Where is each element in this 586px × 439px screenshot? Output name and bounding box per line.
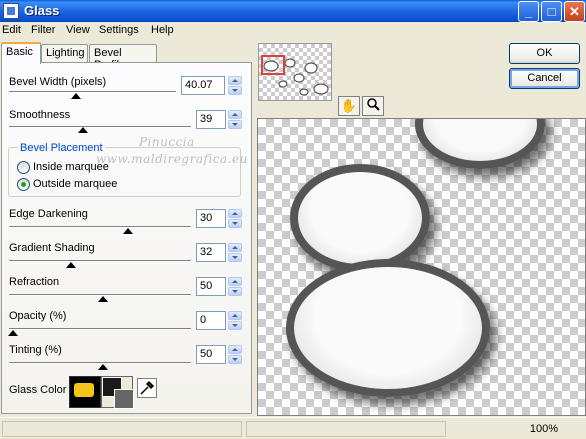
gradient-shading-input[interactable]: 32 <box>196 243 226 262</box>
opacity-input[interactable]: 0 <box>196 311 226 330</box>
glass-shape <box>415 119 545 169</box>
smoothness-track[interactable] <box>9 126 191 128</box>
bevel-placement-title: Bevel Placement <box>18 142 105 154</box>
opacity-thumb[interactable] <box>8 330 18 336</box>
opacity-spinner[interactable] <box>228 311 242 330</box>
opacity-label: Opacity (%) <box>9 310 67 322</box>
smoothness-thumb[interactable] <box>78 127 88 133</box>
title-bar[interactable]: Glass _ □ ✕ <box>0 0 586 22</box>
smoothness-spinner[interactable] <box>228 110 242 129</box>
app-icon <box>3 3 19 19</box>
maximize-button[interactable]: □ <box>541 1 562 22</box>
preview-canvas[interactable] <box>257 118 586 416</box>
edge-darkening-spinner[interactable] <box>228 209 242 228</box>
glass-shape <box>286 259 490 397</box>
menu-settings[interactable]: Settings <box>99 24 139 36</box>
tinting-input[interactable]: 50 <box>196 345 226 364</box>
menu-filter[interactable]: Filter <box>31 24 55 36</box>
tinting-spinner[interactable] <box>228 345 242 364</box>
menu-bar: Edit Filter View Settings Help <box>0 22 586 40</box>
status-cell <box>246 421 446 437</box>
glass-shape <box>290 164 430 272</box>
refraction-input[interactable]: 50 <box>196 277 226 296</box>
outside-marquee-radio[interactable] <box>17 178 30 191</box>
watermark-url: www.maldiregrafica.eu <box>96 152 248 166</box>
gradient-shading-label: Gradient Shading <box>9 242 95 254</box>
gradient-shading-track[interactable] <box>9 260 191 262</box>
status-bar: 100% <box>0 417 586 439</box>
bevel-width-spinner[interactable] <box>228 76 242 95</box>
tab-basic[interactable]: Basic <box>1 42 41 64</box>
window-title: Glass <box>24 3 60 18</box>
tab-bevel-profile[interactable]: Bevel Profile <box>89 44 157 71</box>
refraction-label: Refraction <box>9 276 60 288</box>
menu-help[interactable]: Help <box>151 24 174 36</box>
hand-tool-icon[interactable]: ✋ <box>338 96 360 116</box>
menu-edit[interactable]: Edit <box>2 24 21 36</box>
bevel-width-track[interactable] <box>9 91 176 93</box>
glass-color-swatch[interactable] <box>69 376 101 408</box>
tinting-thumb[interactable] <box>98 364 108 370</box>
inside-marquee-radio[interactable] <box>17 161 30 174</box>
gradient-shading-thumb[interactable] <box>66 262 76 268</box>
tinting-label: Tinting (%) <box>9 344 62 356</box>
bevel-width-input[interactable]: 40.07 <box>181 76 225 95</box>
edge-darkening-thumb[interactable] <box>123 228 133 234</box>
tab-lighting[interactable]: Lighting <box>41 44 88 63</box>
eyedropper-icon[interactable] <box>137 378 157 398</box>
navigator-viewport[interactable] <box>261 55 285 75</box>
foreground-background-swatch[interactable] <box>101 376 134 409</box>
zoom-level: 100% <box>529 423 558 435</box>
bevel-width-thumb[interactable] <box>71 93 81 99</box>
edge-darkening-label: Edge Darkening <box>9 208 88 220</box>
cancel-button[interactable]: Cancel <box>509 68 580 89</box>
ok-button[interactable]: OK <box>509 43 580 64</box>
refraction-thumb[interactable] <box>98 296 108 302</box>
zoom-tool-icon[interactable] <box>362 96 384 116</box>
bevel-width-label: Bevel Width (pixels) <box>9 76 107 88</box>
menu-view[interactable]: View <box>66 24 90 36</box>
gradient-shading-spinner[interactable] <box>228 243 242 262</box>
minimize-button[interactable]: _ <box>518 1 539 22</box>
edge-darkening-input[interactable]: 30 <box>196 209 226 228</box>
close-button[interactable]: ✕ <box>564 1 585 22</box>
refraction-spinner[interactable] <box>228 277 242 296</box>
smoothness-label: Smoothness <box>9 109 71 121</box>
opacity-track[interactable] <box>9 328 191 330</box>
watermark-name: Pinuccia <box>139 135 195 149</box>
glass-color-label: Glass Color <box>9 384 67 396</box>
smoothness-input[interactable]: 39 <box>196 110 226 129</box>
edge-darkening-track[interactable] <box>9 226 191 228</box>
status-cell <box>2 421 242 437</box>
outside-marquee-label[interactable]: Outside marquee <box>33 178 117 190</box>
